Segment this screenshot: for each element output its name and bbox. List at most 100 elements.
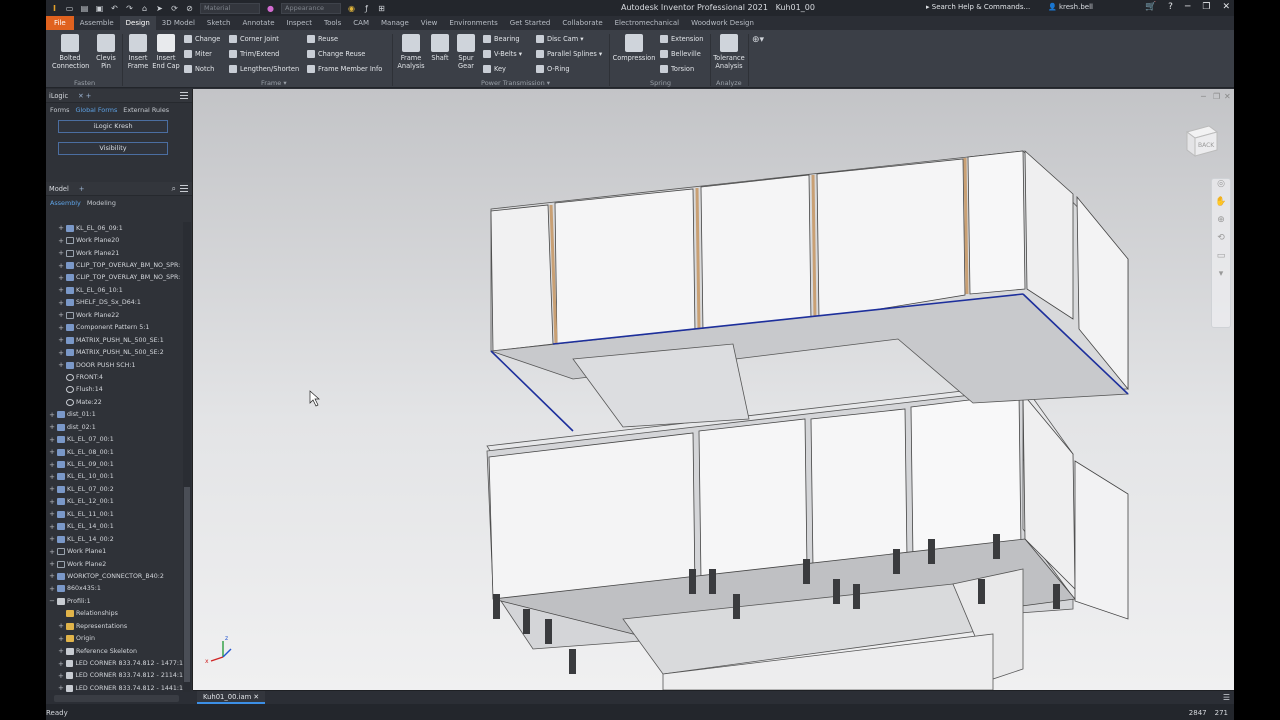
tree-item[interactable]: + KL_EL_07_00:1 — [46, 433, 183, 445]
tab-file[interactable]: File — [46, 16, 74, 30]
tree-item[interactable]: − Profili:1 — [46, 595, 183, 607]
ilogic-subtab-external-rules[interactable]: External Rules — [123, 106, 169, 114]
extension-button[interactable]: Extension — [660, 35, 703, 43]
tab-design[interactable]: Design — [119, 16, 156, 30]
tab-view[interactable]: View — [415, 16, 444, 30]
tree-item[interactable]: + LED CORNER 833.74.812 - 1477:1 — [46, 657, 183, 669]
frame-member-info-button[interactable]: Frame Member Info — [307, 65, 382, 73]
tree-item[interactable]: + MATRIX_PUSH_NL_500_SE:2 — [46, 346, 183, 358]
tree-item[interactable]: + KL_EL_14_00:2 — [46, 533, 183, 545]
change-button[interactable]: Change — [184, 35, 220, 43]
frame-group-label[interactable]: Frame ▾ — [261, 79, 287, 87]
fx-icon[interactable]: ƒ — [362, 4, 371, 13]
tree-item[interactable]: + DOOR PUSH SCH:1 — [46, 359, 183, 371]
tree-item[interactable]: + KL_EL_09_00:1 — [46, 458, 183, 470]
tree-scrollbar[interactable] — [183, 222, 191, 692]
belleville-button[interactable]: Belleville — [660, 50, 701, 58]
expand-icon[interactable]: + — [49, 585, 55, 593]
add-panel-icon[interactable]: ✕ + — [78, 92, 91, 100]
cart-icon[interactable]: 🛒 — [1145, 2, 1156, 12]
tree-item[interactable]: + CLIP_TOP_OVERLAY_BM_NO_SPR: — [46, 272, 183, 284]
pan-icon[interactable]: ✋ — [1212, 197, 1230, 215]
restore-button[interactable]: ❐ — [1202, 2, 1210, 12]
zoom-icon[interactable]: ⊕ — [1212, 215, 1230, 233]
add-panel-icon[interactable]: + — [79, 185, 85, 193]
select-icon[interactable]: ➤ — [155, 4, 164, 13]
expand-icon[interactable]: + — [58, 361, 64, 369]
tree-item[interactable]: + dist_02:1 — [46, 421, 183, 433]
model-subtab-modeling[interactable]: Modeling — [87, 199, 116, 207]
expand-icon[interactable]: + — [49, 535, 55, 543]
miter-button[interactable]: Miter — [184, 50, 212, 58]
ilogic-button-ilogic-kresh[interactable]: iLogic Kresh — [58, 120, 168, 133]
insert-end-cap-button[interactable]: Insert End Cap — [150, 34, 182, 70]
frame-analysis-button[interactable]: Frame Analysis — [394, 34, 428, 70]
tree-item[interactable]: + Work Plane2 — [46, 558, 183, 570]
tolerance-analysis-button[interactable]: Tolerance Analysis — [712, 34, 746, 70]
steeringwheel-icon[interactable]: ◎ — [1212, 179, 1230, 197]
new-file-icon[interactable]: ▭ — [65, 4, 74, 13]
tree-item[interactable]: + KL_EL_11_00:1 — [46, 508, 183, 520]
expand-icon[interactable]: + — [58, 622, 64, 630]
expand-icon[interactable]: + — [58, 635, 64, 643]
tab-annotate[interactable]: Annotate — [236, 16, 280, 30]
change-reuse-button[interactable]: Change Reuse — [307, 50, 365, 58]
tree-item[interactable]: + MATRIX_PUSH_NL_500_SE:1 — [46, 334, 183, 346]
model-subtab-assembly[interactable]: Assembly — [50, 199, 81, 207]
lengthen-shorten-button[interactable]: Lengthen/Shorten — [229, 65, 299, 73]
expand-icon[interactable]: + — [58, 249, 64, 257]
ribbon-options-icon[interactable]: ⊕▾ — [752, 35, 764, 45]
tree-item[interactable]: Relationships — [46, 608, 183, 620]
expand-icon[interactable]: + — [49, 436, 55, 444]
tree-item[interactable]: + KL_EL_10_00:1 — [46, 471, 183, 483]
parallel-splines-button[interactable]: Parallel Splines ▾ — [536, 50, 602, 58]
home-icon[interactable]: ⌂ — [140, 4, 149, 13]
tree-item[interactable]: + KL_EL_07_00:2 — [46, 483, 183, 495]
expand-icon[interactable]: + — [49, 411, 55, 419]
expand-icon[interactable]: + — [58, 299, 64, 307]
expand-icon[interactable]: + — [58, 660, 64, 668]
tree-horizontal-scrollbar[interactable] — [54, 695, 179, 702]
corner-joint-button[interactable]: Corner Joint — [229, 35, 279, 43]
torsion-button[interactable]: Torsion — [660, 65, 694, 73]
expand-icon[interactable]: + — [49, 510, 55, 518]
help-search-input[interactable]: ▸ Search Help & Commands... — [926, 2, 1036, 13]
tree-item[interactable]: Flush:14 — [46, 384, 183, 396]
tree-item[interactable]: + Work Plane1 — [46, 545, 183, 557]
tree-item[interactable]: FRONT:4 — [46, 371, 183, 383]
measure-icon[interactable]: ⊞ — [377, 4, 386, 13]
insert-frame-button[interactable]: Insert Frame — [124, 34, 152, 70]
expand-icon[interactable]: + — [49, 485, 55, 493]
expand-icon[interactable]: + — [58, 684, 64, 692]
tree-item[interactable]: + Reference Skeleton — [46, 645, 183, 657]
tab-3d-model[interactable]: 3D Model — [156, 16, 201, 30]
clevis-pin-button[interactable]: Clevis Pin — [92, 34, 120, 70]
viewcube[interactable]: BACK — [1183, 122, 1219, 158]
expand-icon[interactable]: + — [49, 461, 55, 469]
no-entry-icon[interactable]: ⊘ — [185, 4, 194, 13]
tree-item[interactable]: + Work Plane22 — [46, 309, 183, 321]
bolted-connection-button[interactable]: Bolted Connection — [52, 34, 89, 70]
tab-woodwork-design[interactable]: Woodwork Design — [685, 16, 760, 30]
expand-icon[interactable]: + — [49, 560, 55, 568]
ilogic-button-visibility[interactable]: Visibility — [58, 142, 168, 155]
tree-item[interactable]: + dist_01:1 — [46, 409, 183, 421]
user-account[interactable]: 👤 kresh.bell — [1048, 3, 1093, 11]
help-icon[interactable]: ? — [1168, 2, 1173, 12]
v-belts-button[interactable]: V-Belts ▾ — [483, 50, 522, 58]
tree-item[interactable]: +860x435:1 — [46, 583, 183, 595]
tab-menu-icon[interactable]: ☰ — [1223, 693, 1230, 702]
expand-icon[interactable]: + — [58, 262, 64, 270]
shaft-button[interactable]: Shaft — [429, 34, 451, 62]
tree-item[interactable]: + LED CORNER 833.74.812 - 2114:1 — [46, 670, 183, 682]
viewport-close-icon[interactable]: ✕ — [1224, 92, 1231, 101]
expand-icon[interactable]: + — [58, 336, 64, 344]
expand-icon[interactable]: + — [58, 349, 64, 357]
expand-icon[interactable]: + — [58, 224, 64, 232]
tree-item[interactable]: + KL_EL_08_00:1 — [46, 446, 183, 458]
tree-item[interactable]: + Component Pattern 5:1 — [46, 322, 183, 334]
tab-electromechanical[interactable]: Electromechanical — [609, 16, 685, 30]
view-options-icon[interactable]: ▾ — [1212, 269, 1230, 287]
expand-icon[interactable]: + — [49, 548, 55, 556]
orbit-icon[interactable]: ⟲ — [1212, 233, 1230, 251]
